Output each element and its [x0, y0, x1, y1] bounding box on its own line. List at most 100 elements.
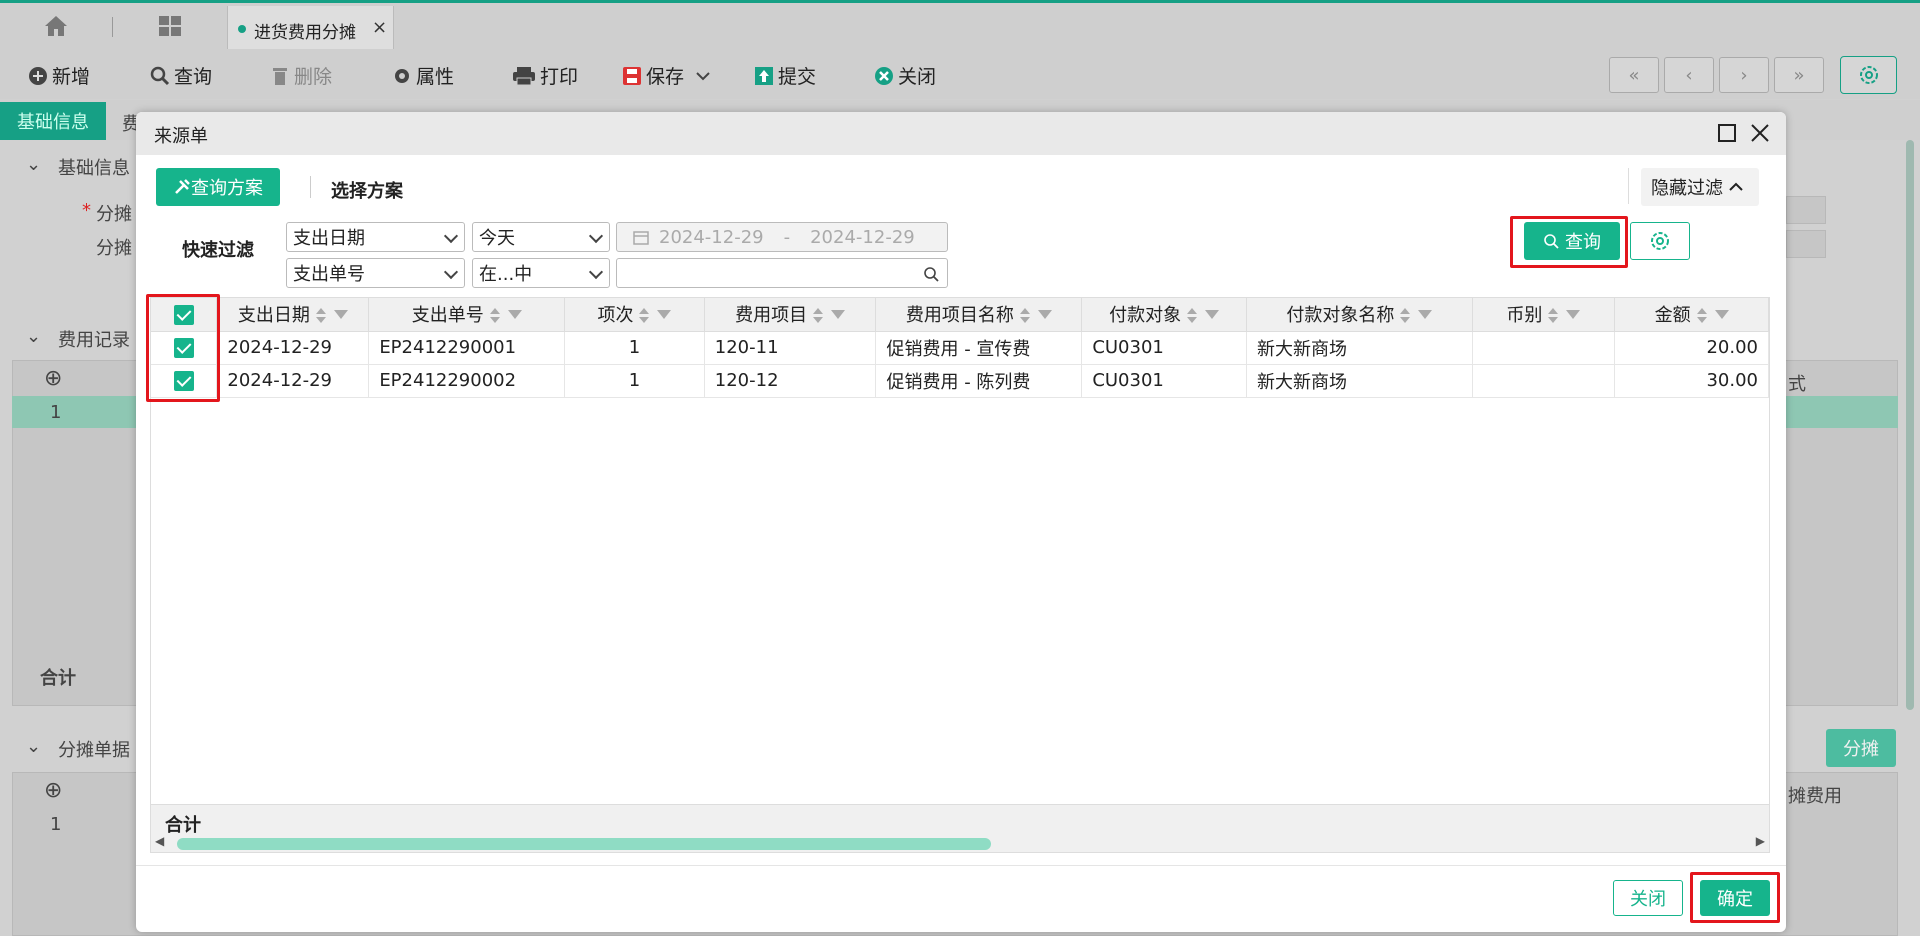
row-number: 1 [50, 814, 62, 835]
attributes-button[interactable]: 属性 [392, 62, 454, 89]
close-page-button[interactable]: 关闭 [874, 62, 936, 89]
tab-purchase-fee-allocation[interactable]: 进货费用分摊 × [227, 6, 394, 52]
query-scheme-button[interactable]: 查询方案 [156, 168, 280, 206]
col-header-amount[interactable]: 金额 [1614, 298, 1769, 332]
close-icon[interactable] [1750, 123, 1770, 143]
scrollbar-thumb[interactable] [177, 838, 991, 850]
filter-icon[interactable] [333, 309, 348, 319]
close-circle-icon [875, 66, 893, 85]
filter-icon[interactable] [657, 309, 672, 319]
chevron-down-icon[interactable] [696, 71, 710, 81]
sort-icon[interactable] [1696, 308, 1707, 324]
filter-icon[interactable] [1566, 309, 1581, 319]
double-chevron-right-icon: » [1793, 64, 1805, 86]
filter2-field-value: 支出单号 [293, 264, 365, 285]
col-header-date[interactable]: 支出日期 [216, 298, 370, 332]
chevron-left-icon: ‹ [1685, 64, 1693, 86]
sort-icon[interactable] [1548, 308, 1559, 324]
collapse-alloc-icon[interactable]: ⌄ [26, 736, 41, 757]
col-label: 项次 [597, 305, 634, 327]
dialog-close-button[interactable]: 关闭 [1613, 880, 1683, 916]
filter-settings-button[interactable] [1630, 222, 1690, 260]
col-header-seq[interactable]: 项次 [564, 298, 705, 332]
date-separator: - [783, 226, 791, 248]
prev-record-button[interactable]: ‹ [1664, 57, 1714, 93]
hide-filter-button[interactable]: 隐藏过滤 [1641, 168, 1759, 206]
hide-filter-label: 隐藏过滤 [1651, 178, 1723, 199]
cell-fee-item: 120-12 [704, 364, 877, 398]
home-icon[interactable] [44, 15, 68, 37]
delete-button[interactable]: 删除 [270, 62, 332, 89]
table-row[interactable]: 2024-12-29 EP2412290001 1 120-11 促销费用 - … [151, 331, 1769, 365]
selected-row-right [1786, 396, 1898, 428]
last-record-button[interactable]: » [1774, 57, 1824, 93]
col-header-payee[interactable]: 付款对象 [1081, 298, 1248, 332]
sort-icon[interactable] [1400, 308, 1411, 324]
sort-icon[interactable] [639, 308, 650, 324]
allocate-button[interactable]: 分摊 [1826, 729, 1896, 767]
filter-icon[interactable] [507, 309, 522, 319]
printer-icon [513, 66, 535, 85]
filter1-operator-select[interactable]: 今天 [472, 222, 610, 252]
col-header-fee-item-name[interactable]: 费用项目名称 [875, 298, 1083, 332]
filter1-field-select[interactable]: 支出日期 [286, 222, 465, 252]
col-header-fee-item[interactable]: 费用项目 [704, 298, 877, 332]
filter2-field-select[interactable]: 支出单号 [286, 258, 465, 288]
tab-close-icon[interactable]: × [372, 17, 387, 38]
close-page-label: 关闭 [898, 66, 937, 88]
filter-icon[interactable] [1418, 309, 1433, 319]
filter1-date-range[interactable]: 2024-12-29 - 2024-12-29 [616, 222, 948, 252]
filter2-operator-select[interactable]: 在...中 [472, 258, 610, 288]
filter-icon[interactable] [1714, 309, 1729, 319]
horizontal-scrollbar[interactable]: ◀ ▶ [151, 834, 1769, 852]
add-row-icon[interactable]: ⊕ [44, 366, 62, 391]
table-header-row: 支出日期 支出单号 项次 费用项目 费用项目名称 付款对象 付款对象名称 币别 … [151, 298, 1769, 332]
bg-lookup-field[interactable] [1786, 230, 1826, 258]
collapse-basic-icon[interactable]: ⌄ [26, 154, 41, 175]
cell-payee-name: 新大新商场 [1246, 331, 1473, 365]
cell-date: 2024-12-29 [216, 331, 370, 365]
tab-basic-info[interactable]: 基础信息 [0, 102, 106, 140]
col-header-currency[interactable]: 币别 [1472, 298, 1616, 332]
save-button[interactable]: 保存 [622, 62, 710, 89]
col-header-doc-no[interactable]: 支出单号 [368, 298, 566, 332]
next-record-button[interactable]: › [1719, 57, 1769, 93]
highlight-query [1510, 216, 1628, 268]
add-row-icon[interactable]: ⊕ [44, 778, 62, 803]
table-row[interactable]: 2024-12-29 EP2412290002 1 120-12 促销费用 - … [151, 364, 1769, 398]
print-label: 打印 [540, 66, 579, 88]
filter2-value-input[interactable] [616, 258, 948, 288]
collapse-fee-icon[interactable]: ⌄ [26, 326, 41, 347]
selected-row[interactable] [12, 396, 136, 428]
filter-icon[interactable] [831, 309, 846, 319]
select-scheme-link[interactable]: 选择方案 [331, 177, 403, 203]
upload-icon [755, 66, 773, 85]
page-scrollbar[interactable] [1906, 140, 1914, 710]
col-label: 支出日期 [237, 305, 310, 327]
first-record-button[interactable]: « [1609, 57, 1659, 93]
scroll-left-icon[interactable]: ◀ [155, 834, 164, 848]
bg-lookup-field[interactable] [1786, 196, 1826, 224]
sort-icon[interactable] [489, 308, 500, 324]
section-allocation-docs: 分摊单据 [58, 740, 130, 761]
col-header-payee-name[interactable]: 付款对象名称 [1246, 298, 1473, 332]
cell-currency [1472, 364, 1616, 398]
apps-grid-icon[interactable] [158, 15, 182, 37]
maximize-icon[interactable] [1718, 124, 1736, 142]
sort-icon[interactable] [813, 308, 824, 324]
submit-button[interactable]: 提交 [754, 62, 816, 89]
filter1-operator-value: 今天 [479, 228, 515, 249]
add-button[interactable]: 新增 [28, 62, 90, 89]
scroll-right-icon[interactable]: ▶ [1756, 834, 1765, 848]
query-button[interactable]: 查询 [150, 62, 212, 89]
print-button[interactable]: 打印 [512, 62, 578, 89]
sort-icon[interactable] [315, 308, 326, 324]
chevron-up-icon [1729, 182, 1743, 191]
sort-icon[interactable] [1019, 308, 1030, 324]
settings-button[interactable] [1840, 56, 1897, 94]
col-label: 费用项目 [735, 305, 808, 327]
filter-icon[interactable] [1037, 309, 1052, 319]
cell-doc-no: EP2412290002 [368, 364, 566, 398]
filter-icon[interactable] [1205, 309, 1220, 319]
sort-icon[interactable] [1187, 308, 1198, 324]
